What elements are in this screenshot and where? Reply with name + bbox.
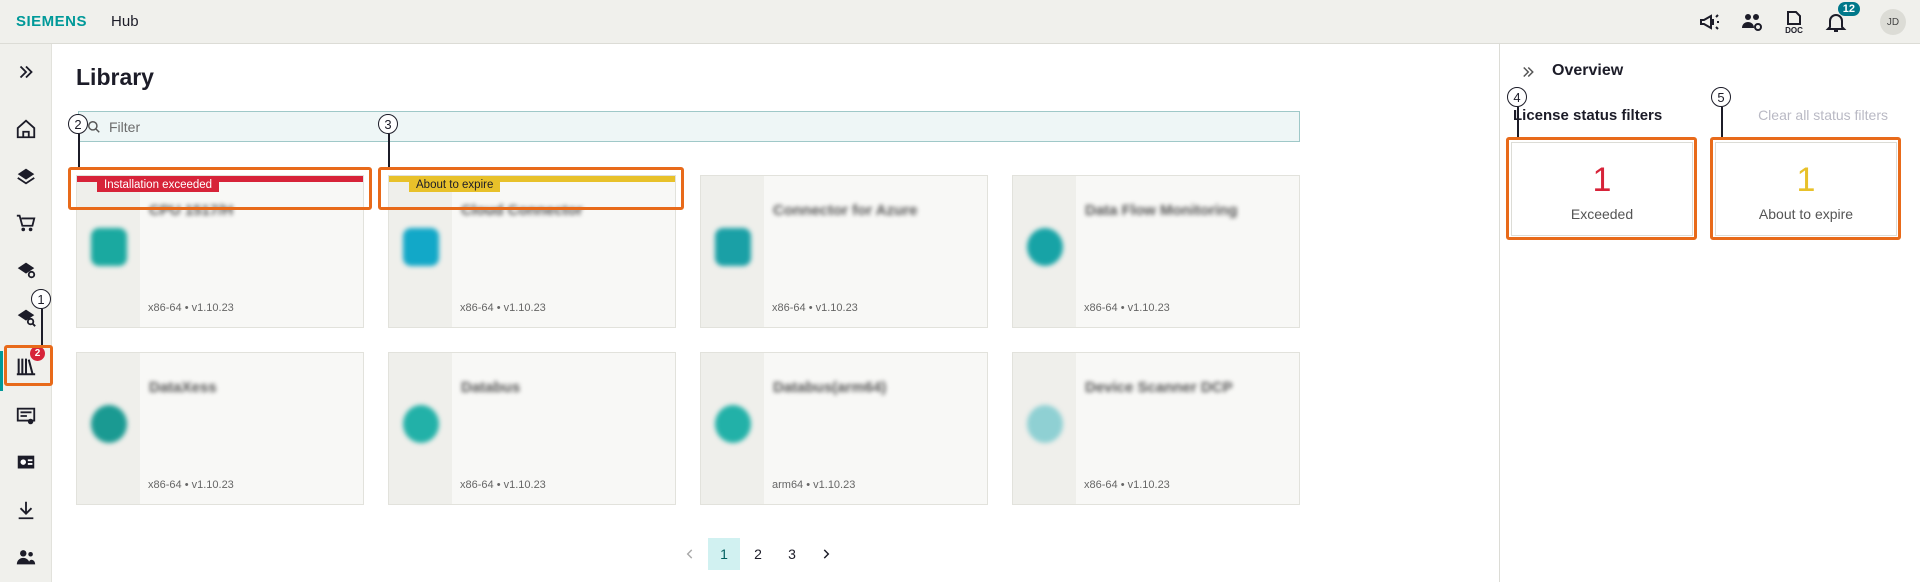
page-button-2[interactable]: 2 — [742, 538, 774, 570]
nav-active-indicator — [0, 351, 3, 391]
callout-line-1 — [41, 309, 43, 346]
page-button-1[interactable]: 1 — [708, 538, 740, 570]
page-title: Library — [76, 64, 154, 90]
app-meta: x86-64 • v1.10.23 — [148, 479, 234, 491]
callout-line-5 — [1721, 107, 1723, 137]
download-icon — [18, 501, 34, 520]
callout-marker-5: 5 — [1711, 87, 1731, 107]
layers-gear-icon — [17, 262, 36, 279]
announcements-button[interactable] — [1696, 8, 1724, 36]
callout-marker-3: 3 — [378, 114, 398, 134]
app-name: Connector for Azure — [773, 202, 918, 219]
highlight-about-to-expire-filter — [1710, 137, 1901, 240]
nav-item-home[interactable] — [10, 113, 42, 145]
app-icon — [91, 405, 127, 443]
app-card[interactable]: DataXess x86-64 • v1.10.23 — [76, 352, 364, 505]
app-card[interactable]: Device Scanner DCP x86-64 • v1.10.23 — [1012, 352, 1300, 505]
search-icon — [88, 121, 100, 133]
license-icon — [16, 407, 36, 425]
notifications-button[interactable]: 12 — [1822, 2, 1860, 36]
nav-item-apps[interactable] — [10, 160, 42, 192]
highlight-library-nav — [4, 345, 53, 386]
clear-filters-link[interactable]: Clear all status filters — [1758, 107, 1888, 123]
highlight-about-to-expire — [378, 167, 684, 210]
app-card[interactable]: Databus x86-64 • v1.10.23 — [388, 352, 676, 505]
license-status-filters-title: License status filters — [1513, 107, 1663, 124]
filter-input[interactable]: Filter — [78, 111, 1300, 142]
overview-panel: Overview License status filters Clear al… — [1499, 44, 1920, 582]
app-meta: x86-64 • v1.10.23 — [148, 302, 234, 314]
app-icon — [715, 405, 751, 443]
layers-search-icon — [17, 309, 36, 327]
callout-marker-1: 1 — [31, 289, 51, 309]
doc-label: DOC — [1785, 26, 1803, 35]
nav-item-devices[interactable] — [10, 447, 42, 479]
app-name: Databus(arm64) — [773, 379, 887, 396]
app-icon — [715, 228, 751, 266]
app-meta: x86-64 • v1.10.23 — [460, 302, 546, 314]
app-name: Databus — [461, 379, 521, 396]
siemens-logo[interactable]: SIEMENS — [16, 13, 87, 30]
filter-placeholder: Filter — [109, 118, 141, 135]
avatar[interactable]: JD — [1880, 9, 1906, 35]
device-settings-icon — [17, 455, 35, 469]
app-card[interactable]: Databus(arm64) arm64 • v1.10.23 — [700, 352, 988, 505]
app-icon — [403, 405, 439, 443]
app-name: Hub — [111, 13, 139, 30]
app-meta: arm64 • v1.10.23 — [772, 479, 856, 491]
page-button-3[interactable]: 3 — [776, 538, 808, 570]
nav-item-app-settings[interactable] — [10, 254, 42, 286]
nav-item-licenses[interactable] — [10, 400, 42, 432]
overview-title: Overview — [1552, 62, 1624, 79]
chevron-right-icon — [823, 549, 830, 559]
megaphone-icon — [1700, 14, 1719, 30]
app-icon — [1027, 405, 1063, 443]
nav-item-shop[interactable] — [10, 207, 42, 239]
app-meta: x86-64 • v1.10.23 — [1084, 479, 1170, 491]
double-chevron-right-icon — [19, 65, 33, 79]
app-icon — [403, 228, 439, 266]
callout-line-3 — [388, 134, 390, 167]
app-name: DataXess — [149, 379, 217, 396]
callout-marker-4: 4 — [1507, 87, 1527, 107]
cart-icon — [16, 214, 36, 232]
chevron-left-icon — [686, 549, 693, 559]
double-chevron-right-icon[interactable] — [1520, 63, 1538, 81]
highlight-installation-exceeded — [68, 167, 372, 210]
top-bar: SIEMENS Hub DOC 12 JD — [0, 0, 1920, 44]
pagination: 1 2 3 — [674, 538, 844, 570]
callout-marker-2: 2 — [68, 114, 88, 134]
expand-nav-button[interactable] — [10, 56, 42, 88]
layers-icon — [17, 168, 35, 185]
app-icon — [91, 228, 127, 266]
notification-badge: 12 — [1837, 2, 1860, 16]
users-gear-icon — [1742, 14, 1762, 31]
app-meta: x86-64 • v1.10.23 — [460, 479, 546, 491]
app-card[interactable]: Connector for Azure x86-64 • v1.10.23 — [700, 175, 988, 328]
app-name: Data Flow Monitoring — [1085, 202, 1238, 219]
callout-line-4 — [1517, 107, 1519, 137]
app-icon — [1027, 228, 1063, 266]
highlight-exceeded-filter — [1506, 137, 1697, 240]
previous-page-button[interactable] — [674, 538, 706, 570]
users-icon — [16, 550, 36, 565]
nav-item-users[interactable] — [10, 541, 42, 573]
next-page-button[interactable] — [810, 538, 842, 570]
app-meta: x86-64 • v1.10.23 — [1084, 302, 1170, 314]
top-toolbar: DOC 12 JD — [1696, 0, 1920, 44]
callout-line-2 — [78, 134, 80, 167]
home-icon — [16, 119, 36, 139]
users-settings-button[interactable] — [1738, 8, 1766, 36]
app-name: Device Scanner DCP — [1085, 379, 1233, 396]
documentation-button[interactable]: DOC — [1780, 8, 1808, 36]
nav-item-downloads[interactable] — [10, 494, 42, 526]
app-card[interactable]: Data Flow Monitoring x86-64 • v1.10.23 — [1012, 175, 1300, 328]
side-navigation: 2 — [0, 44, 52, 582]
app-meta: x86-64 • v1.10.23 — [772, 302, 858, 314]
